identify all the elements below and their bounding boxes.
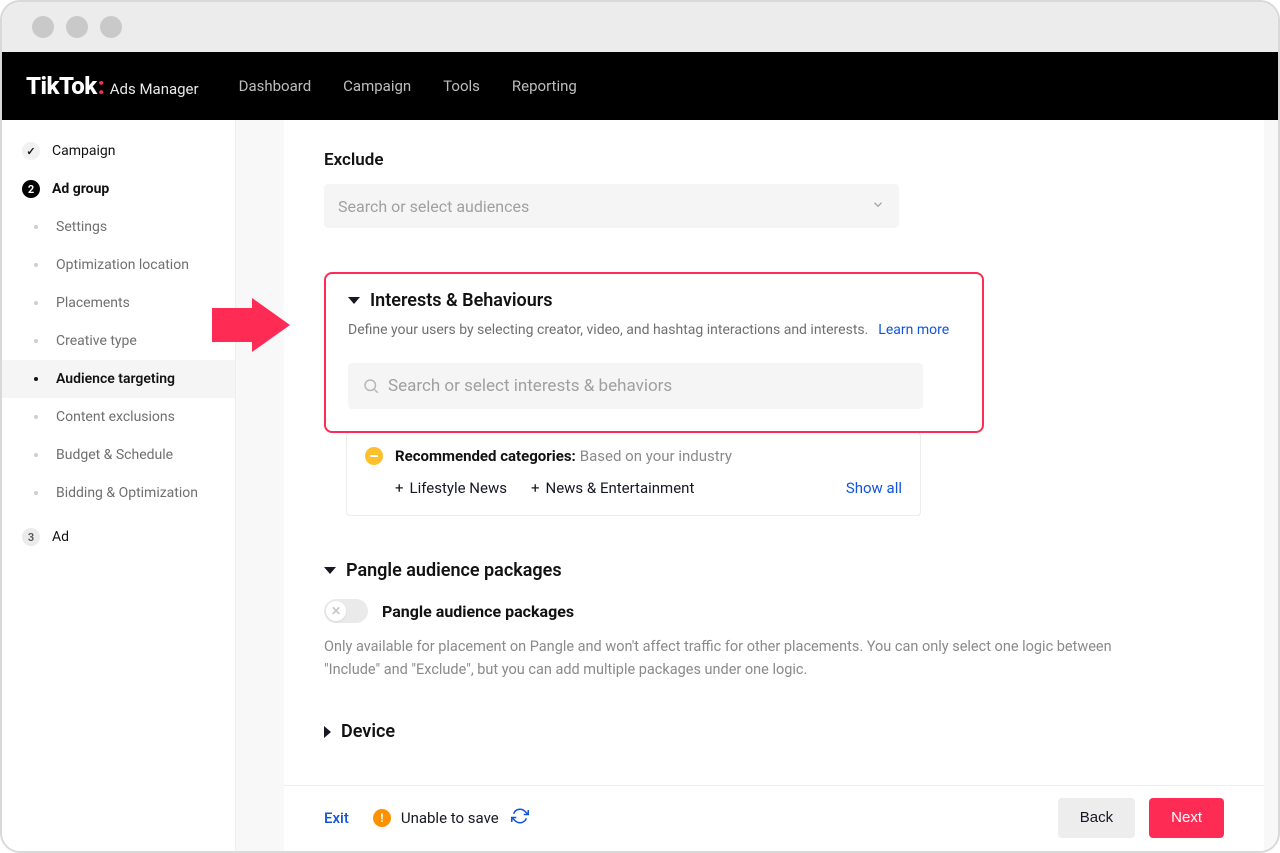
triangle-down-icon xyxy=(324,567,336,574)
interests-description-row: Define your users by selecting creator, … xyxy=(348,319,960,341)
recommended-header: Recommended categories: Based on your in… xyxy=(365,447,902,465)
sidebar: ✓ Campaign 2 Ad group Settings Optimizat… xyxy=(2,120,236,851)
titlebar xyxy=(2,2,1278,52)
interests-search-placeholder: Search or select interests & behaviors xyxy=(388,376,672,396)
next-button[interactable]: Next xyxy=(1149,798,1224,838)
brand-name: TikTok xyxy=(26,72,97,100)
step-label: Campaign xyxy=(52,143,115,159)
exclude-placeholder: Search or select audiences xyxy=(338,197,529,216)
interests-title: Interests & Behaviours xyxy=(370,290,553,311)
dot-icon xyxy=(34,339,38,343)
sidebar-item-optimization-location[interactable]: Optimization location xyxy=(2,246,235,284)
search-icon xyxy=(362,377,380,395)
lightbulb-icon xyxy=(365,447,383,465)
recommended-card: Recommended categories: Based on your in… xyxy=(346,432,921,516)
step-number-badge: 2 xyxy=(22,180,40,198)
body: ✓ Campaign 2 Ad group Settings Optimizat… xyxy=(2,120,1278,851)
interests-search-input[interactable]: Search or select interests & behaviors xyxy=(348,363,923,409)
top-nav: TikTok : Ads Manager Dashboard Campaign … xyxy=(2,52,1278,120)
content-wrap: Exclude Search or select audiences Inter… xyxy=(236,120,1278,851)
show-all-link[interactable]: Show all xyxy=(846,479,902,497)
chip-lifestyle-news[interactable]: +Lifestyle News xyxy=(395,479,507,497)
sidebar-item-budget-schedule[interactable]: Budget & Schedule xyxy=(2,436,235,474)
pangle-header[interactable]: Pangle audience packages xyxy=(324,560,1224,581)
refresh-icon[interactable] xyxy=(511,807,529,829)
back-button[interactable]: Back xyxy=(1058,798,1135,838)
interests-header[interactable]: Interests & Behaviours xyxy=(348,290,960,311)
step-campaign[interactable]: ✓ Campaign xyxy=(2,132,235,170)
footer-bar: Exit ! Unable to save Back Next xyxy=(284,785,1264,849)
warning-icon: ! xyxy=(373,809,391,827)
nav-links: Dashboard Campaign Tools Reporting xyxy=(239,77,577,95)
pangle-toggle[interactable]: ✕ xyxy=(324,599,368,623)
pangle-desc: Only available for placement on Pangle a… xyxy=(324,635,1164,681)
step-adgroup[interactable]: 2 Ad group xyxy=(2,170,235,208)
sidebar-item-creative-type[interactable]: Creative type xyxy=(2,322,235,360)
nav-dashboard[interactable]: Dashboard xyxy=(239,77,312,95)
step-label: Ad xyxy=(52,529,69,545)
browser-window: TikTok : Ads Manager Dashboard Campaign … xyxy=(0,0,1280,853)
recommended-chips: +Lifestyle News +News & Entertainment Sh… xyxy=(395,479,902,497)
exclude-title: Exclude xyxy=(324,150,1224,170)
step-label: Ad group xyxy=(52,181,109,197)
sidebar-item-bidding-optimization[interactable]: Bidding & Optimization xyxy=(2,474,235,512)
exclude-section: Exclude Search or select audiences xyxy=(324,150,1224,228)
sidebar-item-placements[interactable]: Placements xyxy=(2,284,235,322)
sidebar-item-audience-targeting[interactable]: Audience targeting xyxy=(2,360,235,398)
dot-icon xyxy=(34,377,38,381)
dot-icon xyxy=(34,263,38,267)
chevron-down-icon xyxy=(871,197,885,216)
dot-icon xyxy=(34,415,38,419)
window-dot xyxy=(66,16,88,38)
toggle-knob: ✕ xyxy=(326,601,346,621)
device-title: Device xyxy=(341,721,395,742)
brand-subtitle: Ads Manager xyxy=(110,80,199,98)
nav-tools[interactable]: Tools xyxy=(443,77,480,95)
window-dot xyxy=(100,16,122,38)
nav-campaign[interactable]: Campaign xyxy=(343,77,411,95)
adgroup-subnav: Settings Optimization location Placement… xyxy=(2,208,235,512)
dot-icon xyxy=(34,225,38,229)
dot-icon xyxy=(34,301,38,305)
interests-behaviours-section: Interests & Behaviours Define your users… xyxy=(324,272,984,433)
plus-icon: + xyxy=(395,479,404,497)
triangle-right-icon xyxy=(324,726,331,738)
pangle-toggle-label: Pangle audience packages xyxy=(382,602,574,621)
footer-actions: Back Next xyxy=(1058,798,1224,838)
interests-desc: Define your users by selecting creator, … xyxy=(348,322,868,338)
sidebar-item-settings[interactable]: Settings xyxy=(2,208,235,246)
callout-arrow-icon xyxy=(212,298,290,352)
recommended-label: Recommended categories: xyxy=(395,447,576,465)
brand-colon-icon: : xyxy=(98,72,105,100)
pangle-section: Pangle audience packages ✕ Pangle audien… xyxy=(324,560,1224,681)
step-number-badge: 3 xyxy=(22,528,40,546)
triangle-down-icon xyxy=(348,297,360,304)
device-header[interactable]: Device xyxy=(324,721,1224,742)
dot-icon xyxy=(34,453,38,457)
learn-more-link[interactable]: Learn more xyxy=(878,322,949,338)
recommended-subtitle: Based on your industry xyxy=(580,447,732,465)
pangle-title: Pangle audience packages xyxy=(346,560,562,581)
chip-news-entertainment[interactable]: +News & Entertainment xyxy=(531,479,694,497)
step-ad[interactable]: 3 Ad xyxy=(2,518,235,556)
content-card: Exclude Search or select audiences Inter… xyxy=(284,120,1264,851)
window-dot xyxy=(32,16,54,38)
nav-reporting[interactable]: Reporting xyxy=(512,77,577,95)
pangle-toggle-row: ✕ Pangle audience packages xyxy=(324,599,1224,623)
check-icon: ✓ xyxy=(22,142,40,160)
sidebar-item-content-exclusions[interactable]: Content exclusions xyxy=(2,398,235,436)
dot-icon xyxy=(34,491,38,495)
plus-icon: + xyxy=(531,479,540,497)
save-status: Unable to save xyxy=(401,809,499,827)
exclude-audience-select[interactable]: Search or select audiences xyxy=(324,184,899,228)
brand: TikTok : Ads Manager xyxy=(26,72,199,100)
exit-link[interactable]: Exit xyxy=(324,809,349,827)
